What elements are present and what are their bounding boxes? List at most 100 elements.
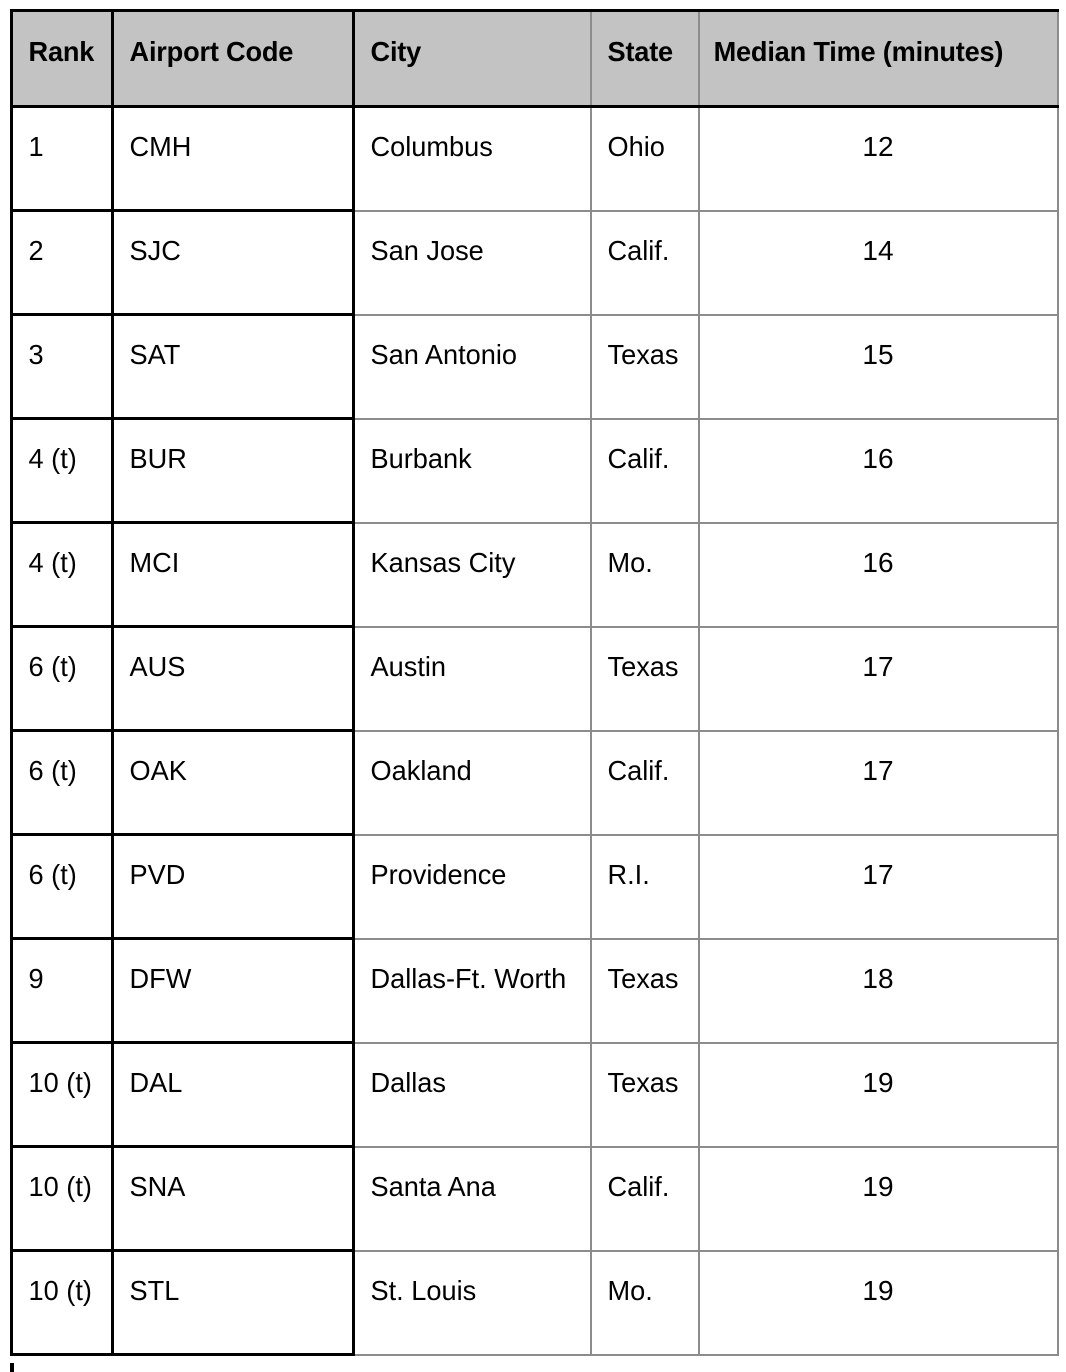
cell-rank-text: 4 (t) xyxy=(28,443,77,474)
column-header-state: State xyxy=(590,9,700,108)
cell-rank-text: 3 xyxy=(28,339,44,370)
cell-city: Dallas xyxy=(353,1041,592,1148)
table-row: 2 SJC San Jose Calif. 14 xyxy=(10,209,1059,316)
cell-airport-code: CMH xyxy=(112,105,355,212)
cell-city-text: Oakland xyxy=(370,754,472,786)
cell-airport-code: SAT xyxy=(112,313,355,420)
table-body: 1 CMH Columbus Ohio 12 2 SJC San Jose Calif. 14 3 S… xyxy=(10,105,1059,1356)
cell-city-text: Providence xyxy=(370,858,507,890)
cell-median-time: 17 xyxy=(698,625,1059,732)
cell-rank-text: 6 (t) xyxy=(28,651,77,682)
cell-rank: 6 (t) xyxy=(10,833,114,940)
airport-median-time-table: Rank Airport Code City State Median Time… xyxy=(10,9,1059,1356)
cell-state-text: Texas xyxy=(607,338,678,370)
cell-city-text: Dallas-Ft. Worth xyxy=(370,962,567,994)
table-row: 6 (t) AUS Austin Texas 17 xyxy=(10,625,1059,732)
cell-median-time-text: 19 xyxy=(862,1274,894,1306)
cell-rank: 6 (t) xyxy=(10,625,114,732)
cell-airport-code-text: AUS xyxy=(129,651,186,682)
table-row: 1 CMH Columbus Ohio 12 xyxy=(10,105,1059,212)
cell-airport-code-text: DFW xyxy=(129,963,192,994)
cell-airport-code-text: SAT xyxy=(129,339,181,370)
cell-state: Texas xyxy=(590,625,700,732)
table-row: 6 (t) PVD Providence R.I. 17 xyxy=(10,833,1059,940)
clipped-next-row-border xyxy=(10,1363,14,1372)
table-row: 10 (t) STL St. Louis Mo. 19 xyxy=(10,1249,1059,1356)
table-row: 10 (t) DAL Dallas Texas 19 xyxy=(10,1041,1059,1148)
cell-rank: 4 (t) xyxy=(10,521,114,628)
cell-city-text: St. Louis xyxy=(370,1274,477,1306)
cell-state: Calif. xyxy=(590,1145,700,1252)
cell-median-time-text: 15 xyxy=(862,338,894,370)
cell-state-text: Calif. xyxy=(607,1170,669,1202)
cell-city: Oakland xyxy=(353,729,592,836)
table-row: 4 (t) MCI Kansas City Mo. 16 xyxy=(10,521,1059,628)
cell-state-text: Ohio xyxy=(607,131,665,162)
cell-state: R.I. xyxy=(590,833,700,940)
cell-state-text: Texas xyxy=(607,650,678,682)
cell-median-time: 16 xyxy=(698,417,1059,524)
cell-rank-text: 10 (t) xyxy=(28,1067,92,1098)
column-header-city-label: City xyxy=(370,36,422,67)
cell-median-time-text: 16 xyxy=(862,546,894,578)
cell-median-time: 14 xyxy=(698,209,1059,316)
cell-state-text: Texas xyxy=(607,962,678,994)
cell-city: Kansas City xyxy=(353,521,592,628)
cell-median-time: 16 xyxy=(698,521,1059,628)
table-header: Rank Airport Code City State Median Time… xyxy=(10,9,1059,108)
cell-median-time: 18 xyxy=(698,937,1059,1044)
cell-median-time-text: 17 xyxy=(862,858,894,890)
cell-rank: 4 (t) xyxy=(10,417,114,524)
cell-airport-code: MCI xyxy=(112,521,355,628)
cell-rank-text: 6 (t) xyxy=(28,755,77,786)
cell-state: Texas xyxy=(590,937,700,1044)
cell-state: Calif. xyxy=(590,209,700,316)
cell-city-text: San Jose xyxy=(370,234,484,266)
cell-city: San Jose xyxy=(353,209,592,316)
cell-airport-code-text: OAK xyxy=(129,755,187,786)
cell-airport-code-text: PVD xyxy=(129,859,186,890)
cell-state: Ohio xyxy=(590,105,700,212)
cell-median-time-text: 19 xyxy=(862,1170,894,1202)
cell-city: Santa Ana xyxy=(353,1145,592,1252)
cell-rank: 6 (t) xyxy=(10,729,114,836)
cell-state: Mo. xyxy=(590,1249,700,1356)
cell-state: Texas xyxy=(590,313,700,420)
cell-rank-text: 6 (t) xyxy=(28,859,77,890)
table-header-row: Rank Airport Code City State Median Time… xyxy=(10,9,1059,108)
cell-airport-code-text: SNA xyxy=(129,1171,186,1202)
column-header-median-time: Median Time (minutes) xyxy=(698,9,1059,108)
cell-city-text: Austin xyxy=(370,650,447,682)
cell-median-time: 19 xyxy=(698,1145,1059,1252)
cell-city: Providence xyxy=(353,833,592,940)
column-header-rank-label: Rank xyxy=(28,36,95,67)
cell-rank: 9 xyxy=(10,937,114,1044)
cell-airport-code-text: CMH xyxy=(129,131,192,162)
cell-median-time-text: 17 xyxy=(862,754,894,786)
cell-state-text: Calif. xyxy=(607,442,669,474)
cell-rank: 3 xyxy=(10,313,114,420)
cell-median-time: 19 xyxy=(698,1041,1059,1148)
cell-airport-code: PVD xyxy=(112,833,355,940)
column-header-median-time-label: Median Time (minutes) xyxy=(713,36,1003,67)
cell-airport-code: AUS xyxy=(112,625,355,732)
cell-rank-text: 1 xyxy=(28,131,44,162)
cell-median-time-text: 12 xyxy=(862,131,894,162)
cell-city-text: Kansas City xyxy=(370,546,516,578)
cell-state-text: Calif. xyxy=(607,754,669,786)
cell-city-text: San Antonio xyxy=(370,338,518,370)
cell-airport-code: SNA xyxy=(112,1145,355,1252)
cell-rank-text: 10 (t) xyxy=(28,1275,92,1306)
cell-median-time-text: 17 xyxy=(862,650,894,682)
cell-city-text: Burbank xyxy=(370,442,472,474)
cell-airport-code-text: BUR xyxy=(129,443,187,474)
cell-median-time: 19 xyxy=(698,1249,1059,1356)
cell-airport-code: STL xyxy=(112,1249,355,1356)
cell-city: St. Louis xyxy=(353,1249,592,1356)
column-header-airport-code-label: Airport Code xyxy=(129,36,294,67)
cell-city: Austin xyxy=(353,625,592,732)
cell-state-text: Mo. xyxy=(607,546,653,578)
cell-city: San Antonio xyxy=(353,313,592,420)
cell-airport-code-text: MCI xyxy=(129,547,180,578)
cell-rank-text: 4 (t) xyxy=(28,547,77,578)
